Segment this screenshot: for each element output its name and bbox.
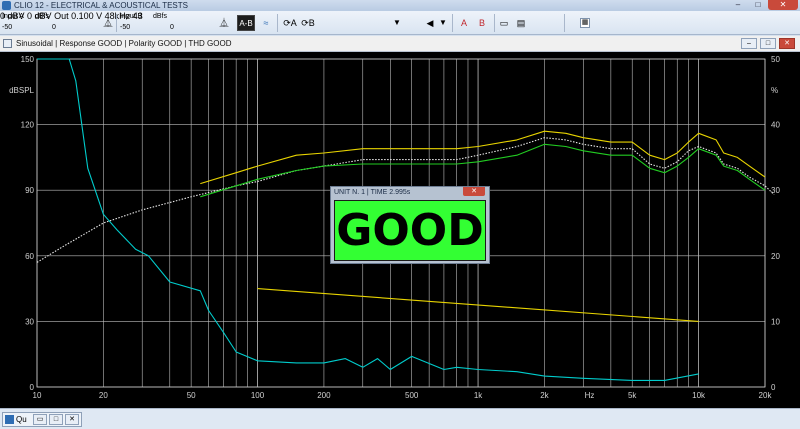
minimize-button[interactable]: – xyxy=(728,0,748,10)
minimized-window-label: Qu xyxy=(16,415,27,424)
input-a-pulse-icon[interactable]: ⏅ xyxy=(102,15,114,31)
test-status-text: Sinusoidal | Response GOOD | Polarity GO… xyxy=(16,39,232,48)
toolbar: Input A dBfs -50 0 0 dBV ⏅ Input B dBfs … xyxy=(0,11,800,35)
x-tick-label: 50 xyxy=(187,391,196,400)
x-tick-label: 20 xyxy=(99,391,108,400)
y-tick-label: 30 xyxy=(25,317,34,326)
toolbar-divider xyxy=(452,14,453,32)
app-icon xyxy=(5,415,14,424)
phantom-b-label: B xyxy=(478,18,485,28)
x-tick-label: 100 xyxy=(251,391,265,400)
speaker-dropdown[interactable]: ▼ xyxy=(438,15,448,31)
loop-b-icon[interactable]: ⟳B xyxy=(300,15,316,31)
status-bar: Sinusoidal | Response GOOD | Polarity GO… xyxy=(0,36,800,52)
toolbar-divider xyxy=(116,14,117,32)
phantom-b-button[interactable]: B xyxy=(474,15,490,31)
window-icon xyxy=(3,39,12,48)
output-level-dropdown[interactable]: ▼ xyxy=(392,15,402,31)
y2-tick-label: 20 xyxy=(771,252,780,261)
child-restore-button[interactable]: □ xyxy=(760,38,776,49)
input-b-meter[interactable]: Input B dBfs -50 0 xyxy=(120,11,182,35)
input-a-meter[interactable]: Input A dBfs -50 0 xyxy=(2,11,64,35)
input-a-label: Input A xyxy=(2,13,24,20)
popup-title: UNIT N. 1 | TIME 2.995s xyxy=(334,189,411,196)
x-tick-label: 10k xyxy=(692,391,706,400)
input-b-label: Input B xyxy=(120,13,143,20)
y2-tick-label: 40 xyxy=(771,121,780,130)
ab-mode-button[interactable]: A-B xyxy=(237,15,255,31)
y-tick-label: 150 xyxy=(21,55,35,64)
y2-tick-label: 0 xyxy=(771,383,776,392)
y-tick-label: 120 xyxy=(21,121,35,130)
y-axis-label: dBSPL xyxy=(9,86,34,95)
x-tick-label: 20k xyxy=(759,391,773,400)
y2-tick-label: 30 xyxy=(771,186,780,195)
maximize-icon[interactable]: □ xyxy=(49,414,63,425)
maximize-button[interactable]: □ xyxy=(748,0,768,10)
x-axis-label: Hz xyxy=(585,391,595,400)
output-level[interactable]: 0.100 V xyxy=(71,11,102,21)
x-tick-label: 2k xyxy=(540,391,549,400)
keyboard-icon[interactable]: ▤ xyxy=(514,15,528,31)
app-icon xyxy=(2,1,11,10)
phantom-a-label: A xyxy=(460,18,467,28)
y2-tick-label: 10 xyxy=(771,317,780,326)
y2-axis-label: % xyxy=(771,86,778,95)
x-tick-label: 5k xyxy=(628,391,637,400)
child-close-button[interactable]: ✕ xyxy=(779,38,795,49)
window-title: CLIO 12 - ELECTRICAL & ACOUSTICAL TESTS xyxy=(14,1,188,10)
input-b-pulse-icon[interactable]: ⏅ xyxy=(218,15,230,31)
settings-icon[interactable]: ▦ xyxy=(580,18,590,28)
child-minimize-button[interactable]: – xyxy=(741,38,757,49)
taskbar: Qu ▭ □ ✕ xyxy=(0,408,800,429)
phantom-a-button[interactable]: A xyxy=(456,15,472,31)
x-tick-label: 10 xyxy=(33,391,42,400)
input-a-scale-max: 0 xyxy=(52,24,56,31)
toolbar-divider xyxy=(277,14,278,32)
result-popup[interactable]: UNIT N. 1 | TIME 2.995s ✕ GOOD xyxy=(330,186,490,264)
x-tick-label: 1k xyxy=(474,391,483,400)
input-b-unit: dBfs xyxy=(153,13,168,20)
loop-a-icon[interactable]: ⟳A xyxy=(282,15,298,31)
tape-icon[interactable]: ▭ xyxy=(497,15,511,31)
y-tick-label: 60 xyxy=(25,252,34,261)
y2-tick-label: 50 xyxy=(771,55,780,64)
close-icon[interactable]: ✕ xyxy=(65,414,79,425)
input-b-scale-max: 0 xyxy=(170,24,174,31)
minimized-window[interactable]: Qu ▭ □ ✕ xyxy=(2,412,82,427)
toolbar-divider xyxy=(564,14,565,32)
restore-icon[interactable]: ▭ xyxy=(33,414,47,425)
x-tick-label: 500 xyxy=(405,391,419,400)
title-bar: CLIO 12 - ELECTRICAL & ACOUSTICAL TESTS … xyxy=(0,0,800,11)
input-a-scale-min: -50 xyxy=(2,24,13,31)
generator-wave-icon[interactable]: ≈ xyxy=(259,15,273,31)
toolbar-divider xyxy=(494,14,495,32)
result-indicator: GOOD xyxy=(334,200,486,261)
series-line-1 xyxy=(200,130,766,185)
input-b-scale-min: -50 xyxy=(120,24,131,31)
clio-app-window: CLIO 12 - ELECTRICAL & ACOUSTICAL TESTS … xyxy=(0,0,800,429)
popup-close-button[interactable]: ✕ xyxy=(463,187,485,196)
close-button[interactable]: ✕ xyxy=(768,0,798,10)
y-tick-label: 90 xyxy=(25,186,34,195)
input-a-unit: dBfs xyxy=(35,13,50,20)
x-tick-label: 200 xyxy=(317,391,331,400)
speaker-icon[interactable]: ◀ xyxy=(424,15,436,31)
